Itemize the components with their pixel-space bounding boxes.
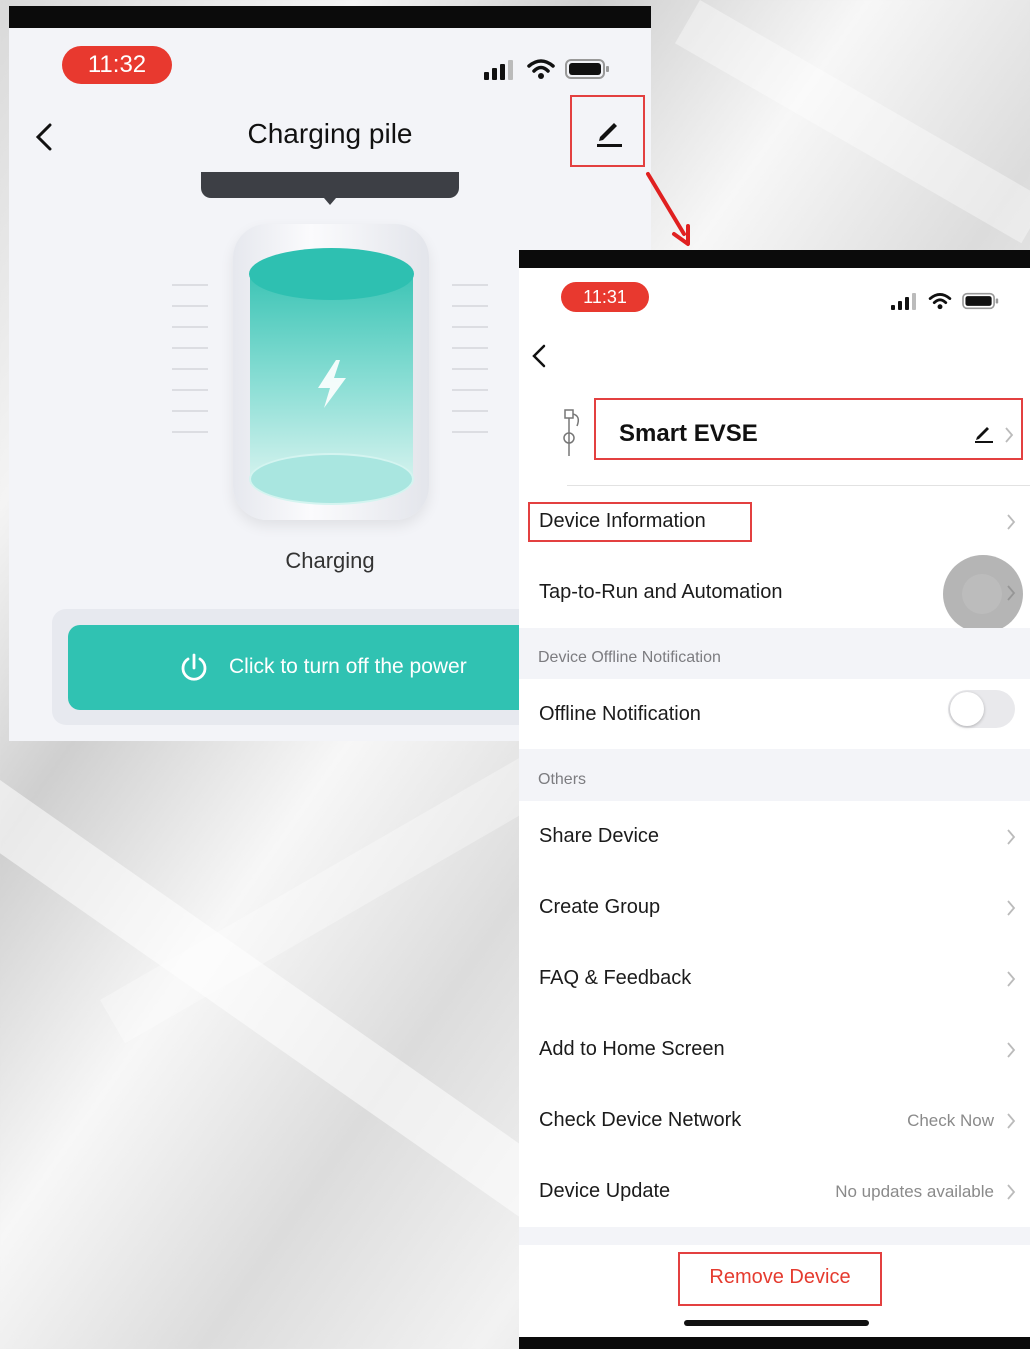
chevron-right-icon bbox=[1007, 1042, 1016, 1058]
back-icon[interactable] bbox=[531, 344, 547, 368]
battery-top-cap bbox=[249, 248, 414, 300]
red-arrow-icon bbox=[646, 172, 690, 246]
page-title: Charging pile bbox=[247, 118, 413, 149]
signal-icon bbox=[891, 292, 923, 310]
section-label: Device Offline Notification bbox=[538, 649, 721, 666]
offline-notification-toggle[interactable] bbox=[948, 690, 1015, 728]
toggle-knob bbox=[950, 692, 984, 726]
chevron-right-icon bbox=[1007, 971, 1016, 987]
row-label: Tap-to-Run and Automation bbox=[539, 581, 783, 603]
remove-device-button[interactable]: Remove Device bbox=[678, 1252, 882, 1306]
section-header-offline: Device Offline Notification bbox=[519, 628, 1030, 679]
device-name[interactable]: Smart EVSE bbox=[619, 420, 758, 448]
status-icons bbox=[484, 58, 611, 80]
chevron-right-icon bbox=[1007, 900, 1016, 916]
update-status-value: No updates available bbox=[835, 1182, 994, 1201]
row-share-device[interactable]: Share Device bbox=[519, 801, 1030, 872]
row-label: Share Device bbox=[539, 825, 660, 847]
status-icons bbox=[891, 292, 1000, 310]
home-indicator[interactable] bbox=[684, 1320, 869, 1326]
status-time: 11:31 bbox=[561, 282, 649, 312]
section-spacer bbox=[519, 1227, 1030, 1245]
chevron-right-icon bbox=[1007, 1184, 1016, 1200]
row-create-group[interactable]: Create Group bbox=[519, 872, 1030, 943]
row-label: Device Update bbox=[539, 1180, 671, 1202]
edit-icon[interactable] bbox=[973, 422, 995, 444]
edit-icon[interactable] bbox=[592, 115, 626, 149]
device-information-highlight bbox=[528, 502, 752, 542]
battery-icon bbox=[962, 292, 999, 310]
scale-ticks-left bbox=[172, 284, 208, 452]
power-button-label: Click to turn off the power bbox=[229, 655, 467, 678]
device-settings-screen: 11:31 Smart EVSE Device Information Tap-… bbox=[519, 250, 1030, 1349]
section-label: Others bbox=[538, 771, 587, 788]
background-stripe bbox=[675, 0, 1030, 244]
row-label: Create Group bbox=[539, 896, 661, 918]
battery-bottom-cap bbox=[249, 453, 414, 505]
edit-button-highlight[interactable] bbox=[570, 95, 645, 167]
background-stripe bbox=[0, 780, 574, 1231]
scale-ticks-right bbox=[452, 284, 488, 452]
bottom-black-bar bbox=[519, 1337, 1030, 1349]
wifi-icon bbox=[526, 59, 555, 79]
chevron-right-icon bbox=[1005, 427, 1014, 443]
row-device-update[interactable]: Device Update No updates available bbox=[519, 1156, 1030, 1227]
chevron-right-icon bbox=[1007, 829, 1016, 845]
row-label: Offline Notification bbox=[539, 703, 701, 725]
top-black-bar bbox=[9, 6, 651, 28]
tooltip-bubble bbox=[201, 172, 459, 205]
row-add-home-screen[interactable]: Add to Home Screen bbox=[519, 1014, 1030, 1085]
ev-plug-icon bbox=[563, 409, 580, 456]
chevron-right-icon bbox=[1007, 1113, 1016, 1129]
touch-indicator bbox=[943, 555, 1023, 633]
battery-icon bbox=[565, 59, 609, 79]
section-header-others: Others bbox=[519, 749, 1030, 801]
row-check-device-network[interactable]: Check Device Network Check Now bbox=[519, 1085, 1030, 1156]
lightning-icon bbox=[318, 360, 346, 408]
top-black-bar bbox=[519, 250, 1030, 268]
wifi-icon bbox=[928, 293, 951, 310]
power-icon bbox=[181, 653, 207, 681]
row-label: FAQ & Feedback bbox=[539, 967, 692, 989]
row-faq-feedback[interactable]: FAQ & Feedback bbox=[519, 943, 1030, 1014]
row-label: Add to Home Screen bbox=[539, 1038, 725, 1060]
status-time: 11:32 bbox=[62, 46, 172, 84]
row-label: Check Device Network bbox=[539, 1109, 742, 1131]
chevron-right-icon bbox=[1007, 514, 1016, 530]
check-now-value: Check Now bbox=[907, 1111, 994, 1130]
signal-icon bbox=[484, 60, 520, 80]
